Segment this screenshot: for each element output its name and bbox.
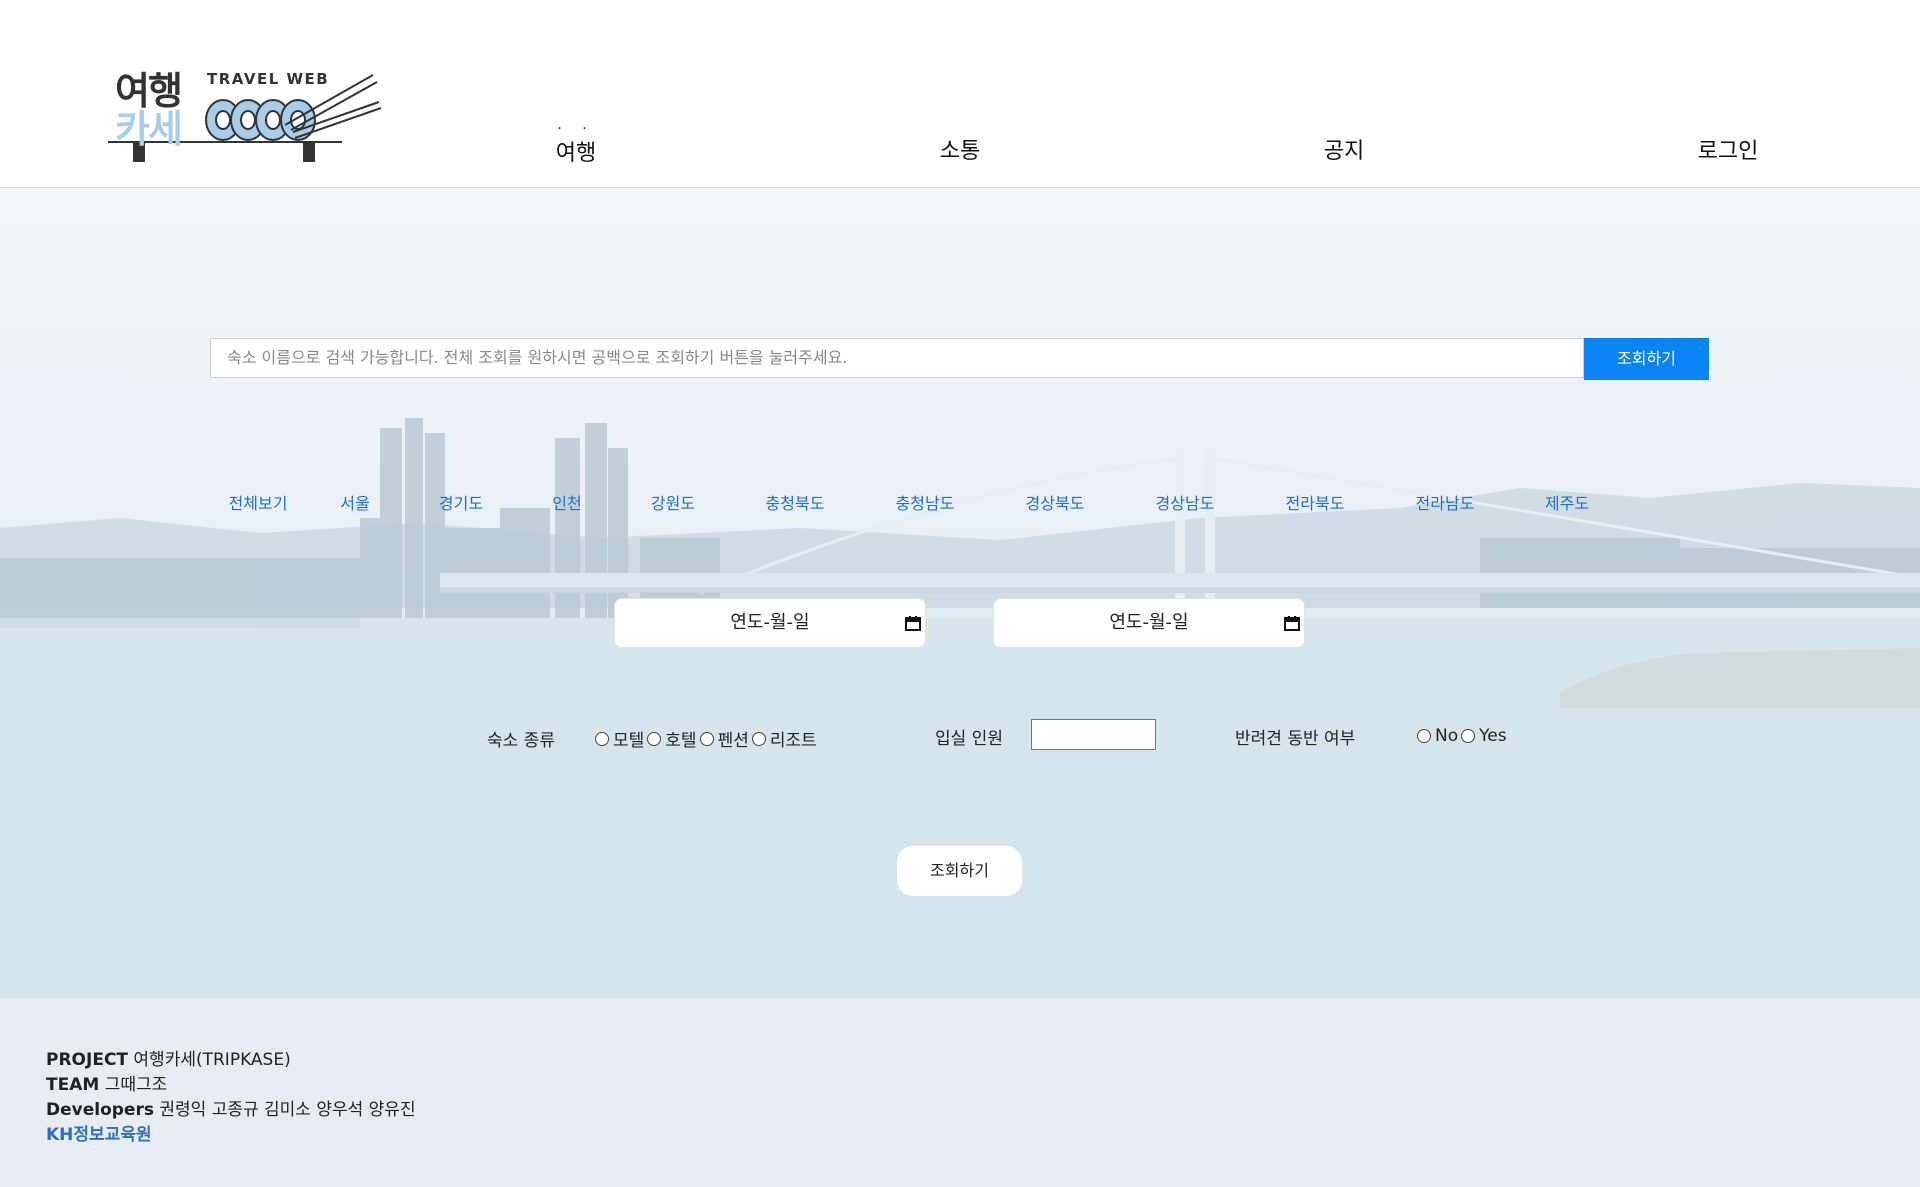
site-logo[interactable]: 여행 카세 TRAVEL WEB xyxy=(105,60,395,170)
footer-project-key: PROJECT xyxy=(46,1050,129,1070)
checkout-date-input[interactable]: 연도-월-일 xyxy=(993,598,1305,648)
nav-item-login[interactable]: 로그인 xyxy=(1698,133,1759,165)
region-incheon[interactable]: 인천 xyxy=(552,490,581,514)
nav-active-dots: · · xyxy=(557,121,595,137)
logo-subtitle: TRAVEL WEB xyxy=(207,70,330,88)
radio-pet-yes[interactable] xyxy=(1461,729,1476,743)
calendar-icon[interactable] xyxy=(905,615,921,631)
region-jeonbuk[interactable]: 전라북도 xyxy=(1286,490,1345,514)
radio-hotel[interactable] xyxy=(647,731,662,746)
region-all[interactable]: 전체보기 xyxy=(229,490,288,514)
pet-allowed-radio-group: No Yes xyxy=(1416,726,1509,746)
footer-developers-key: Developers xyxy=(46,1100,154,1120)
radio-motel[interactable] xyxy=(595,731,609,746)
nav-item-travel-label: 여행 xyxy=(555,141,597,166)
nav-item-community-label: 소통 xyxy=(939,139,981,164)
pet-allowed-label: 반려견 동반 여부 xyxy=(1235,729,1356,749)
search-button[interactable]: 조회하기 xyxy=(1584,338,1709,380)
submit-search-button[interactable]: 조회하기 xyxy=(897,846,1022,896)
checkout-date-text: 연도-월-일 xyxy=(1109,612,1189,633)
nav-item-notice[interactable]: 공지 xyxy=(1324,133,1364,165)
radio-motel-label: 모텔 xyxy=(613,731,645,751)
region-jeonnam[interactable]: 전라남도 xyxy=(1416,490,1475,514)
nav-item-community[interactable]: 소통 xyxy=(940,133,980,165)
nav-item-travel[interactable]: · · 여행 xyxy=(555,121,597,167)
lodging-type-label: 숙소 종류 xyxy=(487,731,555,751)
calendar-icon[interactable] xyxy=(1284,615,1300,631)
radio-pet-no[interactable] xyxy=(1417,729,1431,743)
radio-hotel-label: 호텔 xyxy=(665,731,697,751)
region-chungbuk[interactable]: 충청북도 xyxy=(766,490,825,514)
region-gyeongnam[interactable]: 경상남도 xyxy=(1156,490,1215,514)
nav-item-login-label: 로그인 xyxy=(1697,139,1759,164)
radio-pet-yes-label: Yes xyxy=(1479,726,1507,746)
footer-project-value: 여행카세(TRIPKASE) xyxy=(133,1050,291,1070)
nav-item-notice-label: 공지 xyxy=(1323,139,1365,164)
search-input[interactable]: 숙소 이름으로 검색 가능합니다. 전체 조회를 원하시면 공백으로 조회하기 … xyxy=(210,338,1584,378)
footer-team: TEAM 그때그조 xyxy=(46,1070,167,1095)
footer-developers-value: 권령익 고종규 김미소 양우석 양유진 xyxy=(159,1100,416,1120)
region-seoul[interactable]: 서울 xyxy=(340,490,369,514)
logo-title-line2: 카세 xyxy=(115,107,183,151)
footer-team-value: 그때그조 xyxy=(104,1075,168,1095)
region-gyeonggi[interactable]: 경기도 xyxy=(439,490,483,514)
site-header: 여행 카세 TRAVEL WEB · · 여행 소통 공지 로그인 xyxy=(0,0,1920,188)
hero-section: 숙소 이름으로 검색 가능합니다. 전체 조회를 원하시면 공백으로 조회하기 … xyxy=(0,188,1920,998)
guest-count-label: 입실 인원 xyxy=(935,729,1003,749)
region-chungnam[interactable]: 충청남도 xyxy=(896,490,955,514)
region-gangwon[interactable]: 강원도 xyxy=(651,490,695,514)
site-footer: PROJECT 여행카세(TRIPKASE) TEAM 그때그조 Develop… xyxy=(0,998,1920,1187)
radio-pension-label: 펜션 xyxy=(717,731,749,751)
footer-developers: Developers 권령익 고종규 김미소 양우석 양유진 xyxy=(46,1095,416,1120)
radio-pension[interactable] xyxy=(699,731,714,746)
footer-org-link[interactable]: KH정보교육원 xyxy=(46,1120,152,1145)
checkin-date-text: 연도-월-일 xyxy=(730,612,810,633)
lodging-type-radio-group: 모텔 호텔 펜션 리조트 xyxy=(594,726,819,751)
radio-resort[interactable] xyxy=(751,731,766,746)
radio-pet-no-label: No xyxy=(1435,726,1459,746)
guest-count-input[interactable] xyxy=(1031,719,1156,750)
region-jeju[interactable]: 제주도 xyxy=(1545,490,1589,514)
footer-team-key: TEAM xyxy=(46,1075,100,1095)
checkin-date-input[interactable]: 연도-월-일 xyxy=(614,598,926,648)
footer-project: PROJECT 여행카세(TRIPKASE) xyxy=(46,1045,291,1070)
radio-resort-label: 리조트 xyxy=(769,731,817,751)
region-gyeongbuk[interactable]: 경상북도 xyxy=(1026,490,1085,514)
